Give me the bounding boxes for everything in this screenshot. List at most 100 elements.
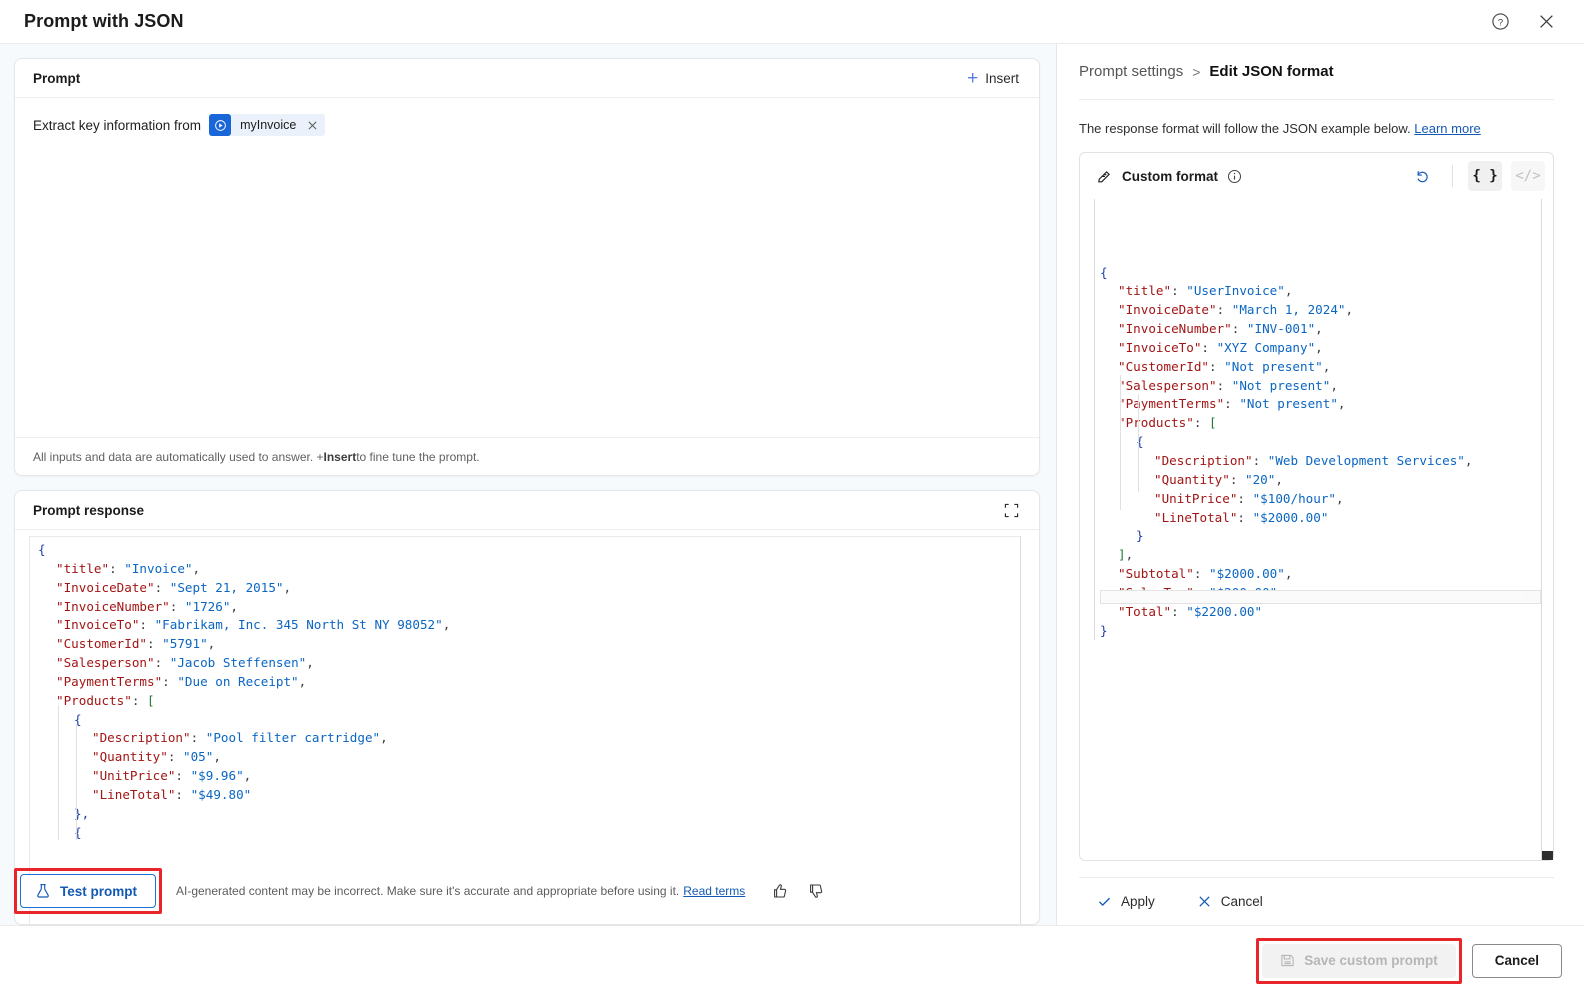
json-line: "InvoiceTo": "Fabrikam, Inc. 345 North S… [56,617,451,633]
json-line: { [1100,264,1108,280]
prompt-card-header: Prompt + Insert [15,59,1039,98]
custom-format-json-code[interactable]: { "title": "UserInvoice", "InvoiceDate": "… [1080,199,1553,641]
prompt-hint-footer: All inputs and data are automatically us… [15,437,1039,475]
undo-reset-icon[interactable] [1407,161,1437,191]
json-vscroll-thumb[interactable] [1542,851,1553,860]
json-horizontal-scrollbar[interactable] [1100,590,1541,604]
prompt-editor-area[interactable]: Extract key information from myInvoice [15,98,1039,437]
ai-disclaimer: AI-generated content may be incorrect. M… [176,884,745,898]
prompt-text-line: Extract key information from myInvoice [33,114,1021,136]
dialog-cancel-button[interactable]: Cancel [1471,943,1562,978]
dialog-footer: Save custom prompt Cancel [0,925,1584,995]
json-vertical-scrollbar[interactable] [1541,199,1553,860]
titlebar-actions: ? [1484,6,1562,38]
json-view-toggle[interactable]: { } [1468,161,1502,191]
thumbs-down-icon[interactable] [803,878,829,904]
right-pane: Prompt settings > Edit JSON format The r… [1057,44,1584,925]
json-line: "Quantity": "05", [92,749,221,765]
close-icon [1197,894,1212,909]
plus-icon: + [967,67,979,89]
json-line: "UnitPrice": "$100/hour", [1154,490,1344,506]
json-line: "CustomerId": "5791", [56,636,216,652]
apply-cancel-row: Apply Cancel [1079,877,1554,925]
help-circle-icon[interactable]: ? [1484,6,1516,38]
json-line: { [74,711,82,727]
json-line: "InvoiceNumber": "INV-001", [1118,321,1323,337]
breadcrumb-current: Edit JSON format [1209,63,1334,80]
json-line: } [1100,622,1108,638]
indent-guide [76,723,77,841]
json-line: "CustomerId": "Not present", [1118,358,1331,374]
panel-cancel-label: Cancel [1220,894,1263,909]
json-line: { [74,824,82,840]
json-line: }, [74,805,90,821]
json-line: { [38,542,46,557]
indent-guide [1120,374,1121,511]
save-annotation-wrap: Save custom prompt [1256,937,1462,984]
custom-format-body: { "title": "UserInvoice", "InvoiceDate": "… [1080,199,1553,860]
json-line: ], [1118,547,1134,563]
flow-play-icon [209,114,232,136]
disclaimer-text: AI-generated content may be incorrect. M… [176,884,680,898]
json-line: "Salesperson": "Jacob Steffensen", [56,655,314,671]
json-line: "Total": "$2200.00" [1118,603,1263,619]
json-line: "Description": "Pool filter cartridge", [92,730,388,746]
code-view-toggle[interactable]: </> [1511,161,1545,191]
prompt-hint-part1: All inputs and data are automatically us… [33,449,324,464]
learn-more-link[interactable]: Learn more [1414,121,1480,136]
expand-fullscreen-icon[interactable] [997,496,1025,524]
thumbs-up-icon[interactable] [767,878,793,904]
chevron-right-icon: > [1192,63,1201,80]
test-prompt-button[interactable]: Test prompt [20,874,156,908]
toolbar-divider [1452,165,1453,187]
indent-guide [58,704,59,841]
test-prompt-label: Test prompt [60,883,137,899]
json-line: "LineTotal": "$49.80" [92,786,252,802]
feedback-buttons [767,878,829,904]
json-line: { [1136,434,1144,450]
save-custom-prompt-label: Save custom prompt [1304,953,1438,968]
pen-edit-icon [1096,168,1113,185]
breadcrumb: Prompt settings > Edit JSON format [1079,44,1554,100]
close-icon[interactable] [1530,6,1562,38]
left-footer-actions: Test prompt AI-generated content may be … [14,857,1040,925]
prompt-card: Prompt + Insert Extract key information … [14,58,1040,476]
json-line: "InvoiceNumber": "1726", [56,598,238,614]
json-line: "Products": [ [1118,415,1217,431]
prompt-token-chip[interactable]: myInvoice [209,114,326,136]
json-line: "Subtotal": "$2000.00", [1118,566,1293,582]
response-json-code: {"title": "Invoice", "InvoiceDate": "Sept… [30,537,1021,843]
apply-label: Apply [1121,894,1155,909]
dialog-body: Prompt + Insert Extract key information … [0,44,1584,925]
json-hscroll-thumb[interactable] [1101,591,1523,603]
json-line: "InvoiceDate": "Sept 21, 2015", [56,579,292,595]
json-line: "PaymentTerms": "Due on Receipt", [56,673,307,689]
panel-cancel-button[interactable]: Cancel [1189,889,1271,914]
close-icon[interactable] [304,120,321,131]
custom-format-editor-card: Custom format {} </> {"title": "UserIn… [1079,152,1554,861]
read-terms-link[interactable]: Read terms [683,884,745,898]
editor-left-rule [1094,199,1095,641]
right-pane-inner: Prompt settings > Edit JSON format The r… [1057,44,1584,925]
chip-label: myInvoice [240,118,297,132]
save-custom-prompt-button[interactable]: Save custom prompt [1262,943,1456,978]
indent-guide [1138,393,1139,492]
info-circle-icon[interactable] [1227,169,1242,184]
prompt-card-title: Prompt [33,70,81,86]
json-line: "InvoiceTo": "XYZ Company", [1118,339,1323,355]
response-card-header: Prompt response [15,491,1039,530]
json-line: "UnitPrice": "$9.96", [92,768,252,784]
breadcrumb-parent[interactable]: Prompt settings [1079,63,1183,80]
json-line: "title": "UserInvoice", [1118,283,1293,299]
apply-button[interactable]: Apply [1089,889,1163,914]
checkmark-icon [1097,894,1112,909]
insert-button[interactable]: + Insert [961,65,1025,92]
prompt-hint-bold: Insert [323,449,357,464]
json-line: "Description": "Web Development Services… [1154,452,1473,468]
json-line: "PaymentTerms": "Not present", [1118,396,1346,412]
response-card-title: Prompt response [33,502,145,518]
dialog-titlebar: Prompt with JSON ? [0,0,1584,44]
json-line: "Products": [ [56,692,155,708]
left-pane: Prompt + Insert Extract key information … [0,44,1057,925]
json-line: "InvoiceDate": "March 1, 2024", [1118,302,1354,318]
